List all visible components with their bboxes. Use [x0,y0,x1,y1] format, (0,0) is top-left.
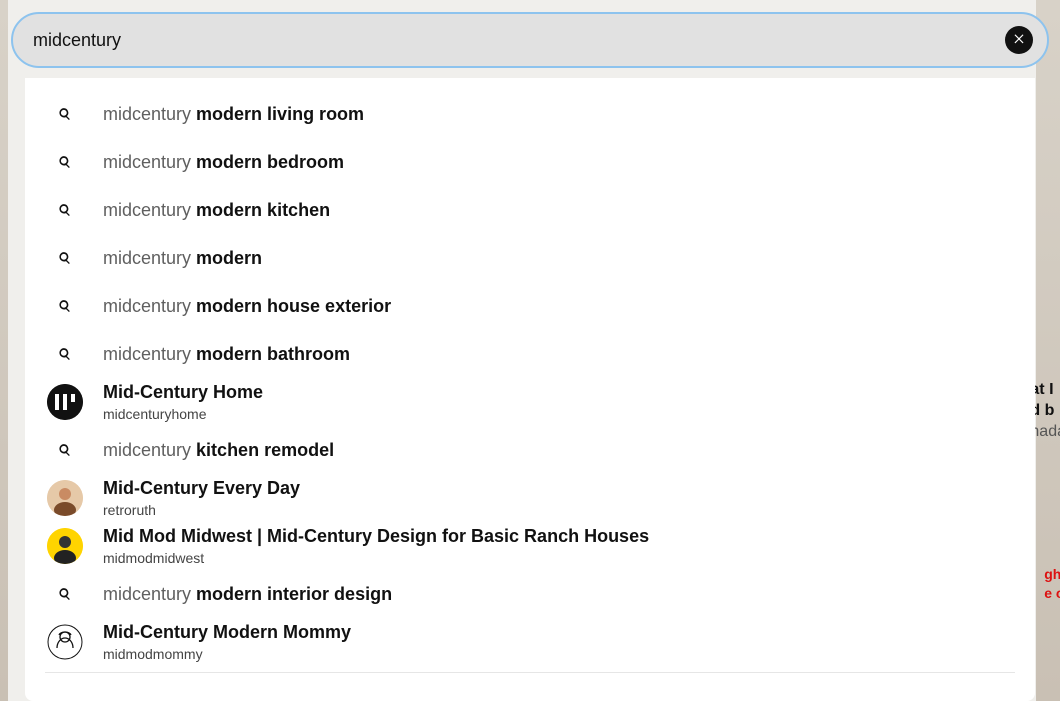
search-input[interactable] [33,30,1005,51]
suggestion-search[interactable]: midcentury modern [25,234,1035,282]
suggestion-search[interactable]: midcentury modern kitchen [25,186,1035,234]
profile-title: Mid-Century Home [103,382,1035,404]
clear-search-button[interactable] [1005,26,1033,54]
background-content-left [0,0,8,701]
profile-text: Mid-Century Home midcenturyhome [103,382,1035,422]
profile-title: Mid Mod Midwest | Mid-Century Design for… [103,526,1035,548]
search-icon [47,288,83,324]
suggestion-text: midcentury kitchen remodel [103,441,1035,459]
profile-text: Mid-Century Every Day retroruth [103,478,1035,518]
profile-title: Mid-Century Every Day [103,478,1035,500]
search-icon [47,144,83,180]
suggestion-text: midcentury modern house exterior [103,297,1035,315]
suggestion-text: midcentury modern living room [103,105,1035,123]
suggestion-profile[interactable]: Mid Mod Midwest | Mid-Century Design for… [25,522,1035,570]
suggestion-search[interactable]: midcentury kitchen remodel [25,426,1035,474]
avatar [47,528,83,564]
suggestion-text: midcentury modern bedroom [103,153,1035,171]
profile-handle: midmodmidwest [103,550,1035,566]
suggestion-search[interactable]: midcentury modern bathroom [25,330,1035,378]
suggestion-text: midcentury modern interior design [103,585,1035,603]
background-text-red: ght e o [1044,565,1060,603]
dropdown-divider [45,672,1015,673]
search-icon [47,96,83,132]
search-icon [47,432,83,468]
suggestion-search[interactable]: midcentury modern bedroom [25,138,1035,186]
avatar [47,624,83,660]
profile-text: Mid Mod Midwest | Mid-Century Design for… [103,526,1035,566]
search-icon [47,336,83,372]
profile-title: Mid-Century Modern Mommy [103,622,1035,644]
search-icon [47,576,83,612]
suggestion-text: midcentury modern [103,249,1035,267]
search-suggestions-dropdown: midcentury modern living room midcentury … [25,78,1035,701]
close-icon [1012,31,1026,50]
search-icon [47,240,83,276]
suggestion-profile[interactable]: Mid-Century Modern Mommy midmodmommy [25,618,1035,666]
search-icon [47,192,83,228]
profile-text: Mid-Century Modern Mommy midmodmommy [103,622,1035,662]
suggestion-profile[interactable]: Mid-Century Home midcenturyhome [25,378,1035,426]
suggestion-search[interactable]: midcentury modern interior design [25,570,1035,618]
profile-handle: retroruth [103,502,1035,518]
suggestion-profile[interactable]: Mid-Century Every Day retroruth [25,474,1035,522]
suggestion-text: midcentury modern bathroom [103,345,1035,363]
suggestion-text: midcentury modern kitchen [103,201,1035,219]
search-bar[interactable] [11,12,1049,68]
suggestion-search[interactable]: midcentury modern house exterior [25,282,1035,330]
profile-handle: midmodmommy [103,646,1035,662]
avatar [47,480,83,516]
suggestion-search[interactable]: midcentury modern living room [25,90,1035,138]
profile-handle: midcenturyhome [103,406,1035,422]
avatar [47,384,83,420]
